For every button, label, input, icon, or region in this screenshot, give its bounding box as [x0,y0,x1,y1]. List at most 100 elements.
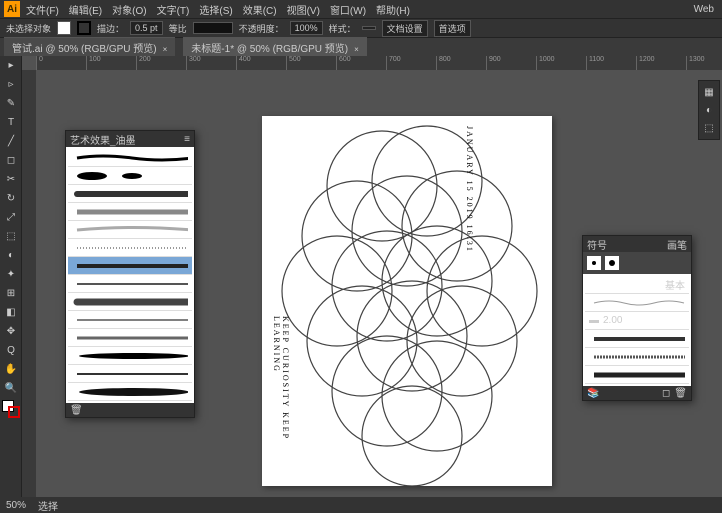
tab-label: 未标题-1* @ 50% (RGB/GPU 预览) [191,44,348,55]
brushes-panel[interactable]: 符号 画笔 基本 ▬2.00 📚 ◻ 🗑 [582,235,692,401]
line-tool[interactable]: ╱ [0,132,22,151]
direct-selection-tool[interactable]: ▹ [0,75,22,94]
control-bar: 未选择对象 描边： 0.5 pt 等比 不透明度： 100% 样式： 文档设置 … [0,18,722,38]
zoom-tool[interactable]: Q [0,341,22,360]
type-tool[interactable]: T [0,113,22,132]
status-bar: 50% 选择 [0,497,722,513]
doc-setup-button[interactable]: 文档设置 [382,20,428,37]
artboard-tool[interactable]: ⊞ [0,284,22,303]
doc-tab-1[interactable]: 管试.ai @ 50% (RGB/GPU 预览) × [4,37,175,57]
brush-item[interactable] [585,366,689,384]
hand-tool[interactable]: ✋ [0,360,22,379]
brush-list[interactable] [66,147,194,403]
menu-bar: Ai 文件(F) 编辑(E) 对象(O) 文字(T) 选择(S) 效果(C) 视… [0,0,722,18]
brush-item[interactable] [68,329,192,347]
app-logo: Ai [4,1,20,17]
brush-definition[interactable] [193,22,233,34]
stroke-label: 描边： [97,22,124,35]
brush-preset-1[interactable] [587,256,601,270]
panel-title: 艺术效果_油墨 [70,132,136,147]
brush-item[interactable] [68,293,192,311]
selection-tool[interactable]: ▸ [0,56,22,75]
panel-tab-brushes[interactable]: 画笔 [667,237,687,252]
stroke-swatch[interactable] [77,21,91,35]
workspace-switcher[interactable]: Web [690,2,718,17]
menu-type[interactable]: 文字(T) [153,0,194,19]
opacity-label: 不透明度： [239,22,284,35]
panel-footer: 🗑 [66,403,194,417]
brush-item[interactable] [585,348,689,366]
brush-item[interactable] [68,203,192,221]
close-icon[interactable]: × [163,45,168,54]
brush-item[interactable] [68,239,192,257]
right-dock: ▦ ◐ ⬚ [698,80,720,140]
brush-item[interactable]: ▬2.00 [585,312,689,330]
menu-view[interactable]: 视图(V) [283,0,324,19]
style-field[interactable] [362,26,376,30]
menu-help[interactable]: 帮助(H) [372,0,414,19]
brush-item[interactable] [585,294,689,312]
eyedropper-tool[interactable]: ✦ [0,265,22,284]
zoom-field[interactable]: 50% [6,500,26,511]
menu-file[interactable]: 文件(F) [22,0,63,19]
panel-icon-2[interactable]: ◐ [699,101,719,119]
pen-tool[interactable]: ✎ [0,94,22,113]
scissors-tool[interactable]: ✂ [0,170,22,189]
style-label: 样式： [329,22,356,35]
menu-effect[interactable]: 效果(C) [239,0,281,19]
ruler-vertical [22,70,36,497]
shape-builder-tool[interactable]: ⬚ [0,227,22,246]
panel-tab-symbols[interactable]: 符号 [587,237,607,252]
tab-label: 管试.ai @ 50% (RGB/GPU 预览) [12,44,157,55]
artwork-date-text: JANUARY 15 2019 16:31 [465,126,474,253]
brush-item[interactable] [68,383,192,401]
ruler-horizontal: 0100200300400500600700800900100011001200… [36,56,722,70]
brush-item[interactable] [68,365,192,383]
menu-select[interactable]: 选择(S) [195,0,236,19]
rotate-tool[interactable]: ↻ [0,189,22,208]
artwork-motto-text: KEEP CURIOSITY KEEP LEARNING [272,316,290,497]
scale-tool[interactable]: ⤢ [0,208,22,227]
opacity-field[interactable]: 100% [290,21,323,35]
artboard[interactable] [262,116,552,486]
brush-item[interactable] [68,167,192,185]
magnifier-tool[interactable]: 🔍 [0,379,22,398]
brush-item[interactable] [68,149,192,167]
fill-stroke-indicator[interactable] [2,400,20,418]
brush-item[interactable] [68,311,192,329]
brush-item[interactable] [68,185,192,203]
document-tabs: 管试.ai @ 50% (RGB/GPU 预览) × 未标题-1* @ 50% (… [0,38,722,56]
brush-item[interactable] [68,347,192,365]
current-tool-label: 选择 [38,498,58,513]
uniform-label: 等比 [169,22,187,35]
slice-tool[interactable]: ◧ [0,303,22,322]
toolbox: ▸ ▹ ✎ T ╱ ◻ ✂ ↻ ⤢ ⬚ ◐ ✦ ⊞ ◧ ✥ Q ✋ 🔍 [0,56,22,497]
selection-status: 未选择对象 [6,22,51,35]
panel-icon-3[interactable]: ⬚ [699,119,719,137]
menu-object[interactable]: 对象(O) [108,0,150,19]
art-effects-panel[interactable]: 艺术效果_油墨 ≡ 🗑 [65,130,195,418]
close-icon[interactable]: × [354,45,359,54]
symbol-tool[interactable]: ✥ [0,322,22,341]
brush-item[interactable] [68,275,192,293]
gradient-tool[interactable]: ◐ [0,246,22,265]
prefs-button[interactable]: 首选项 [434,20,471,37]
panel-menu-icon[interactable]: ≡ [184,134,190,145]
new-brush-icon[interactable]: ◻ [662,388,670,399]
rectangle-tool[interactable]: ◻ [0,151,22,170]
fill-swatch[interactable] [57,21,71,35]
delete-icon[interactable]: 🗑 [674,388,687,399]
brush-basic[interactable]: 基本 [585,276,689,294]
brush-preset-2[interactable] [605,256,619,270]
trash-icon[interactable]: 🗑 [70,405,83,416]
brush-item[interactable] [68,221,192,239]
library-icon[interactable]: 📚 [587,388,599,399]
brush-item[interactable] [585,330,689,348]
menu-window[interactable]: 窗口(W) [326,0,370,19]
doc-tab-2[interactable]: 未标题-1* @ 50% (RGB/GPU 预览) × [183,37,367,57]
stroke-weight-field[interactable]: 0.5 pt [130,21,163,35]
panel-footer: 📚 ◻ 🗑 [583,386,691,400]
menu-edit[interactable]: 编辑(E) [65,0,106,19]
brush-item-selected[interactable] [68,257,192,275]
panel-icon-1[interactable]: ▦ [699,83,719,101]
